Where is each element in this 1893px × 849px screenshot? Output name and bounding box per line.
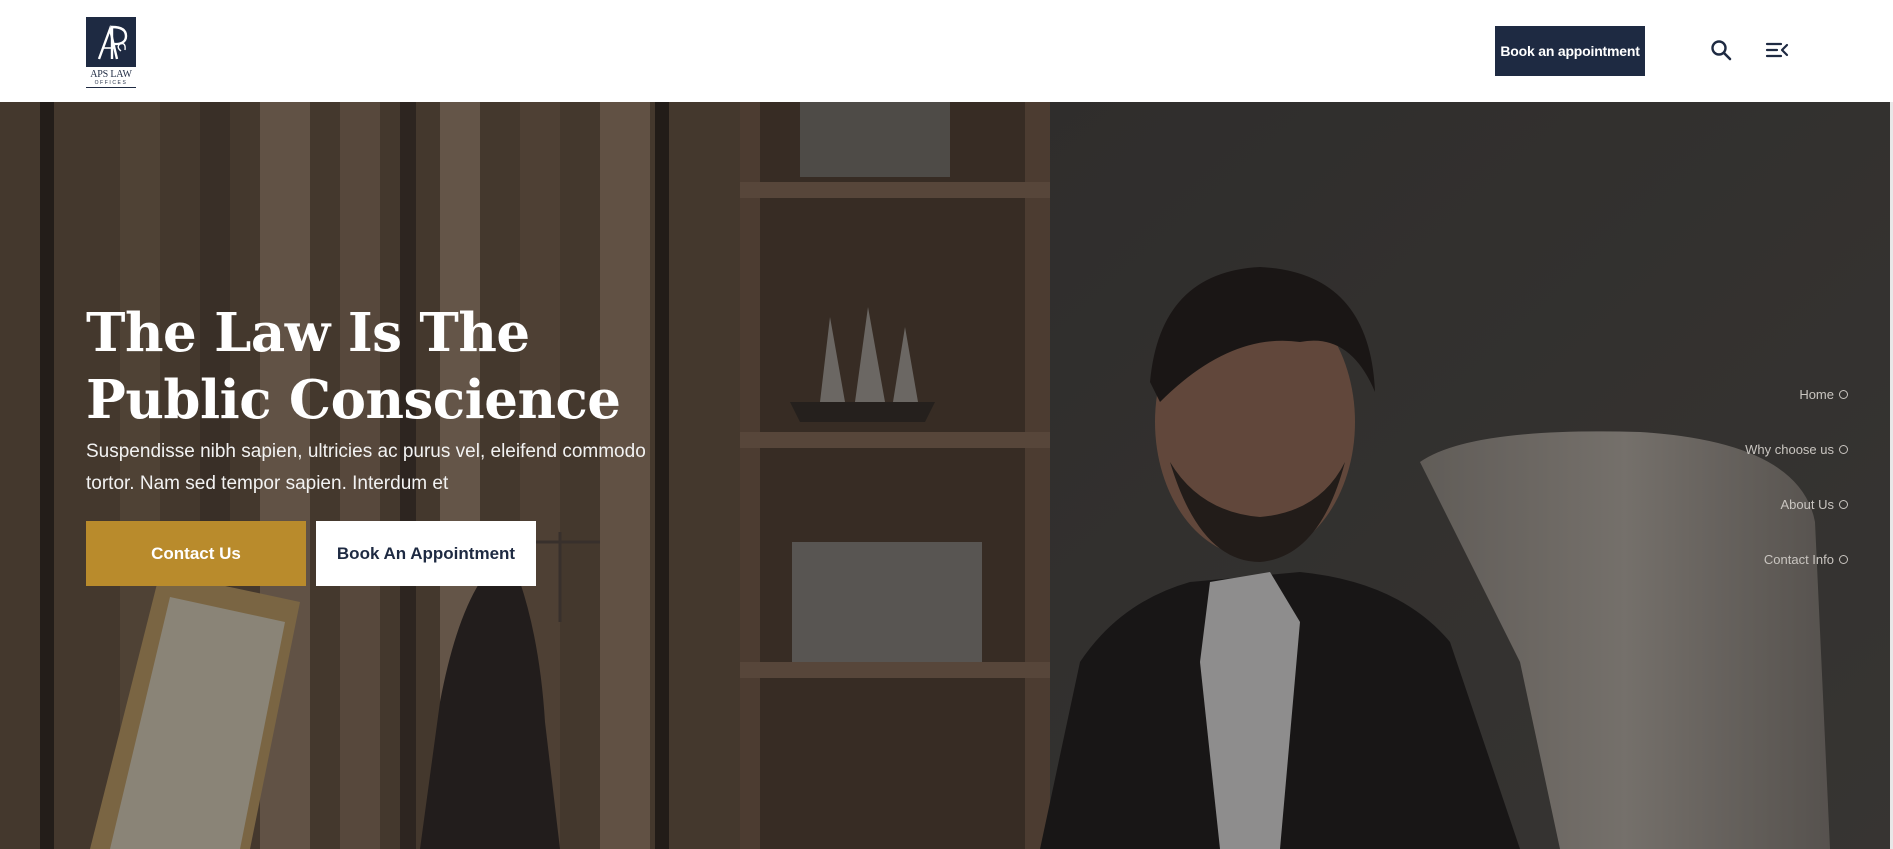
circle-icon <box>1839 554 1848 564</box>
side-nav-why-choose-us[interactable]: Why choose us <box>1745 439 1848 459</box>
side-nav-contact-info[interactable]: Contact Info <box>1745 549 1848 569</box>
logo-name: APS LAW <box>90 69 132 80</box>
side-nav-label: About Us <box>1780 496 1834 512</box>
book-appointment-button[interactable]: Book an appointment <box>1495 26 1645 76</box>
circle-icon <box>1839 499 1848 509</box>
side-nav-label: Home <box>1799 386 1834 402</box>
side-nav-label: Why choose us <box>1745 441 1834 457</box>
logo-tagline: OFFICES <box>86 80 136 88</box>
side-dot-navigation: Home Why choose us About Us Contact Info <box>1745 384 1848 604</box>
contact-us-button[interactable]: Contact Us <box>86 521 306 586</box>
logo-mark <box>86 17 136 67</box>
side-nav-label: Contact Info <box>1763 551 1834 567</box>
circle-icon <box>1839 444 1848 454</box>
hero-description: Suspendisse nibh sapien, ultricies ac pu… <box>86 441 646 494</box>
logo[interactable]: APS LAW OFFICES <box>86 17 136 88</box>
hero-title: The Law Is The Public Conscience <box>86 302 621 431</box>
side-nav-about-us[interactable]: About Us <box>1745 494 1848 514</box>
book-an-appointment-button[interactable]: Book An Appointment <box>316 521 536 586</box>
side-nav-home[interactable]: Home <box>1745 384 1848 404</box>
circle-icon <box>1839 389 1848 399</box>
search-icon[interactable] <box>1710 39 1732 61</box>
site-header: APS LAW OFFICES Book an appointment <box>0 0 1893 102</box>
hero-section: The Law Is The Public Conscience Suspend… <box>0 102 1890 849</box>
menu-icon[interactable] <box>1765 40 1789 60</box>
